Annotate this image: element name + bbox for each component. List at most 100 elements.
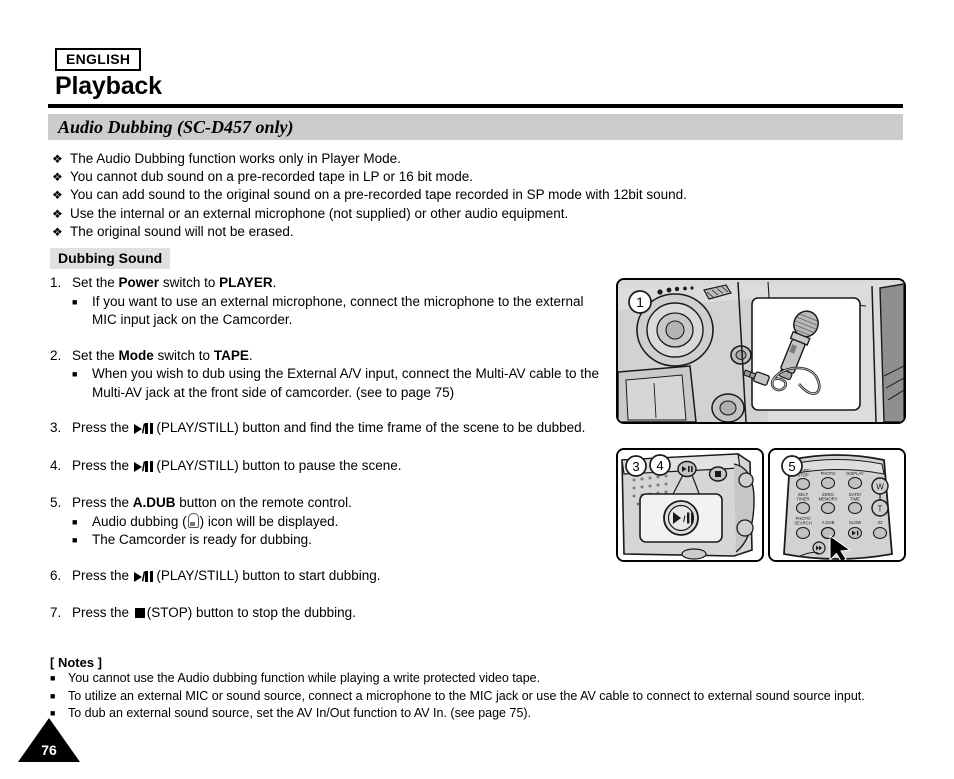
list-item-label: The original sound will not be erased. — [70, 223, 294, 239]
square-bullet-icon: ■ — [72, 296, 78, 307]
page-number-label: 76 — [41, 742, 57, 758]
page-number-badge: 76 — [18, 718, 80, 762]
svg-text:W: W — [876, 483, 884, 492]
sub-item-label: Audio dubbing ( ) icon will be displayed. — [92, 512, 610, 532]
title-divider — [48, 104, 903, 108]
step-sub-wrap: ■ Audio dubbing ( ) icon will be displaye… — [50, 512, 610, 550]
step-item: 6. Press the / (PLAY/STILL) button to sta… — [50, 567, 610, 588]
step-sub-wrap: ■ If you want to use an external microph… — [50, 293, 610, 330]
note-label: You cannot use the Audio dubbing functio… — [68, 671, 541, 685]
diamond-bullet-icon: ❖ — [52, 206, 63, 221]
svg-text:PHOTO: PHOTO — [821, 471, 837, 476]
note-label: To dub an external sound source, set the… — [68, 706, 532, 720]
step-text: Press the / (PLAY/STILL) button to pause … — [72, 457, 610, 478]
step-number: 6. — [50, 567, 62, 583]
stop-icon — [134, 608, 145, 618]
step-item: 4. Press the / (PLAY/STILL) button to pau… — [50, 457, 610, 478]
step-text-part: . — [272, 275, 277, 290]
step-text: Press the / (PLAY/STILL) button and find … — [72, 419, 610, 440]
step-number: 2. — [50, 347, 62, 363]
sub-text-part: ) icon will be displayed. — [199, 513, 339, 529]
step-text-bold: Mode — [118, 347, 154, 363]
sub-text-part: Audio dubbing ( — [92, 513, 187, 529]
svg-text:4: 4 — [656, 458, 663, 473]
step-text-bold: A.DUB — [132, 495, 176, 510]
square-bullet-icon: ■ — [72, 516, 78, 527]
step-item: 2. Set the Mode switch to TAPE. — [50, 347, 610, 366]
intro-bullet-list: ❖ The Audio Dubbing function works only … — [52, 150, 912, 241]
step-text-part: . — [248, 347, 253, 363]
sub-item-label: When you wish to dub using the External … — [92, 366, 600, 400]
note-label: To utilize an external MIC or sound sour… — [68, 688, 865, 703]
play-still-icon: / — [133, 458, 156, 478]
step-number: 4. — [50, 457, 62, 473]
step-text-part: (PLAY/STILL) button to pause the scene. — [156, 457, 402, 473]
step-item: 5. Press the A.DUB button on the remote … — [50, 494, 610, 513]
step-text-part: (PLAY/STILL) button to start dubbing. — [156, 567, 381, 583]
sub-item: ■ The Camcorder is ready for dubbing. — [72, 531, 610, 550]
sub-item-label: The Camcorder is ready for dubbing. — [92, 532, 312, 547]
figure-3-illustration: START/ STOP PHOTO DISPLAY SELF TIMER ZER… — [770, 450, 904, 560]
svg-text:TIME: TIME — [850, 497, 860, 502]
square-bullet-icon: ■ — [72, 535, 78, 545]
page-title: Playback — [55, 72, 162, 100]
step-number: 3. — [50, 420, 62, 435]
step-text-part: Press the — [72, 605, 133, 620]
sub-item-label: If you want to use an external microphon… — [92, 293, 584, 328]
svg-text:1: 1 — [636, 294, 644, 310]
list-item-label: The Audio Dubbing function works only in… — [70, 151, 401, 166]
diamond-bullet-icon: ❖ — [52, 152, 63, 166]
play-still-icon: / — [133, 568, 156, 588]
list-item: ❖ You cannot dub sound on a pre-recorded… — [52, 168, 912, 186]
step-number: 1. — [50, 275, 62, 290]
list-item-label: You can add sound to the original sound … — [70, 187, 687, 203]
svg-text:X2: X2 — [877, 520, 883, 525]
step-text-part: (PLAY/STILL) button and find the time fr… — [156, 420, 586, 435]
figure-remote-control: START/ STOP PHOTO DISPLAY SELF TIMER ZER… — [768, 448, 906, 562]
svg-text:DISPLAY: DISPLAY — [846, 471, 864, 476]
step-text-part: Set the — [72, 275, 119, 290]
step-list: 1. Set the Power switch to PLAYER. ■ If … — [50, 274, 610, 623]
step-text: Set the Power switch to PLAYER. — [72, 274, 610, 293]
svg-text:A.DUB: A.DUB — [822, 520, 835, 525]
language-badge: ENGLISH — [55, 48, 142, 72]
step-text-bold: Power — [118, 275, 160, 290]
figure-camcorder-buttons: / 3 4 — [616, 448, 764, 562]
note-item: ■ To dub an external sound source, set t… — [50, 705, 920, 723]
sub-item: ■ Audio dubbing ( ) icon will be displaye… — [72, 512, 610, 532]
step-text: Press the A.DUB button on the remote con… — [72, 494, 610, 513]
list-item-label: You cannot dub sound on a pre-recorded t… — [70, 169, 474, 185]
list-item: ❖ You can add sound to the original soun… — [52, 186, 912, 204]
list-item: ❖ The Audio Dubbing function works only … — [52, 150, 912, 168]
figure-camcorder-microphone: 1 — [616, 278, 906, 424]
square-bullet-icon: ■ — [50, 673, 56, 683]
step-text-bold: PLAYER — [219, 275, 273, 290]
step-text-part: Set the — [72, 347, 119, 363]
diamond-bullet-icon: ❖ — [52, 188, 63, 203]
manual-page: ENGLISH Playback Audio Dubbing (SC-D457 … — [0, 0, 954, 779]
step-number: 7. — [50, 605, 62, 620]
diamond-bullet-icon: ❖ — [52, 170, 63, 185]
list-item: ❖ Use the internal or an external microp… — [52, 205, 912, 223]
step-text: Press the / (PLAY/STILL) button to start … — [72, 567, 610, 588]
notes-list: ■ You cannot use the Audio dubbing funct… — [50, 670, 920, 723]
list-item: ❖ The original sound will not be erased. — [52, 223, 912, 241]
step-item: 7. Press the (STOP) button to stop the d… — [50, 604, 610, 623]
svg-text:5: 5 — [788, 459, 795, 474]
svg-text:SLOW: SLOW — [849, 520, 861, 525]
section-header-bar: Audio Dubbing (SC-D457 only) — [48, 114, 903, 140]
sub-item: ■ If you want to use an external microph… — [72, 293, 610, 330]
notes-heading: [ Notes ] — [50, 655, 102, 670]
step-text-part: switch to — [153, 347, 214, 363]
step-text-part: Press the — [72, 495, 133, 510]
audio-dub-icon — [187, 512, 199, 528]
step-text-part: button on the remote control. — [175, 495, 352, 510]
figure-1-illustration: 1 — [618, 280, 904, 422]
svg-text:3: 3 — [632, 459, 639, 474]
svg-text:MEMORY: MEMORY — [819, 497, 838, 502]
svg-text:SEARCH: SEARCH — [794, 521, 811, 526]
